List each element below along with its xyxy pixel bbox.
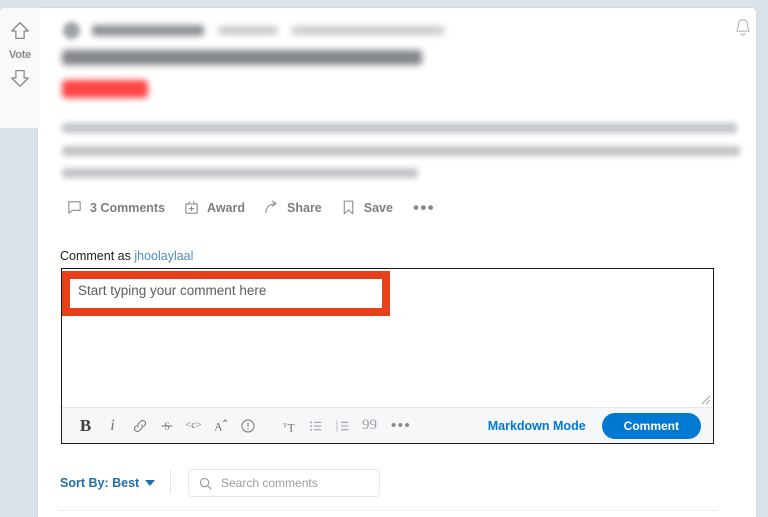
svg-text:S: S	[164, 421, 170, 432]
post-title-redacted	[62, 50, 422, 65]
upvote-arrow-icon[interactable]	[9, 20, 31, 42]
award-button[interactable]: Award	[177, 195, 251, 220]
search-magnifier-icon	[199, 477, 212, 489]
save-label: Save	[363, 200, 393, 215]
award-label: Award	[207, 200, 246, 215]
editor-toolbar: B i S <c> A T T 1 2 3 99 ••• Markdown Mo…	[62, 407, 713, 443]
textarea-resize-handle[interactable]	[699, 393, 711, 405]
footer-rule	[58, 510, 718, 511]
markdown-mode-toggle[interactable]: Markdown Mode	[488, 419, 586, 433]
superscript-icon[interactable]: A	[207, 412, 234, 439]
share-button[interactable]: Share	[257, 195, 328, 220]
bulleted-list-icon[interactable]	[302, 412, 329, 439]
svg-text:T: T	[287, 420, 295, 434]
link-icon[interactable]	[126, 412, 153, 439]
share-label: Share	[287, 200, 322, 215]
spoiler-icon[interactable]	[234, 412, 261, 439]
comment-input-placeholder[interactable]: Start typing your comment here	[78, 283, 266, 298]
vote-rail: Vote	[0, 8, 40, 128]
save-button[interactable]: Save	[334, 195, 399, 220]
post-body-line	[62, 123, 737, 133]
award-gift-icon	[185, 201, 198, 214]
notification-bell-icon[interactable]	[732, 16, 754, 40]
search-placeholder: Search comments	[221, 476, 318, 490]
numbered-list-icon[interactable]: 1 2 3	[329, 412, 356, 439]
quote-icon[interactable]: 99	[356, 412, 383, 439]
comment-editor[interactable]: Start typing your comment here B i S <c>	[61, 268, 714, 444]
strikethrough-icon[interactable]: S	[153, 412, 180, 439]
comment-as-line: Comment as jhoolaylaal	[60, 249, 193, 263]
more-options-icon[interactable]: •••	[405, 199, 443, 216]
bold-icon[interactable]: B	[72, 412, 99, 439]
search-comments-input[interactable]: Search comments	[188, 469, 380, 497]
submit-comment-button[interactable]: Comment	[601, 412, 701, 439]
post-meta-redacted	[292, 26, 444, 35]
screenshot-root: Vote 3 Comments Award Share Save ••• Com…	[0, 0, 768, 517]
svg-text:A: A	[214, 421, 223, 433]
comments-button[interactable]: 3 Comments	[60, 195, 171, 220]
bookmark-icon	[343, 200, 354, 215]
vote-label: Vote	[8, 49, 32, 61]
more-formatting-icon[interactable]: •••	[383, 418, 419, 433]
sort-by-dropdown[interactable]: Sort By: Best	[60, 476, 156, 490]
post-timestamp-redacted	[218, 26, 278, 35]
comment-bubble-icon	[68, 201, 81, 214]
post-flair-redacted	[62, 80, 148, 98]
post-body-line	[62, 168, 418, 178]
comment-as-prefix: Comment as	[60, 249, 135, 263]
downvote-arrow-icon[interactable]	[9, 67, 31, 89]
sort-by-label: Sort By: Best	[60, 476, 140, 490]
comments-label: 3 Comments	[90, 200, 166, 215]
footer-divider	[170, 470, 171, 494]
italic-icon[interactable]: i	[99, 412, 126, 439]
share-arrow-icon	[265, 200, 277, 214]
post-action-bar: 3 Comments Award Share Save •••	[60, 195, 443, 220]
heading-icon[interactable]: T T	[275, 412, 302, 439]
post-body-line	[62, 146, 740, 156]
chevron-down-icon	[145, 480, 156, 486]
comment-as-username[interactable]: jhoolaylaal	[134, 249, 193, 263]
inline-code-icon[interactable]: <c>	[180, 412, 207, 439]
author-avatar	[63, 22, 80, 39]
author-name-redacted	[92, 25, 204, 36]
svg-text:3: 3	[335, 427, 338, 432]
